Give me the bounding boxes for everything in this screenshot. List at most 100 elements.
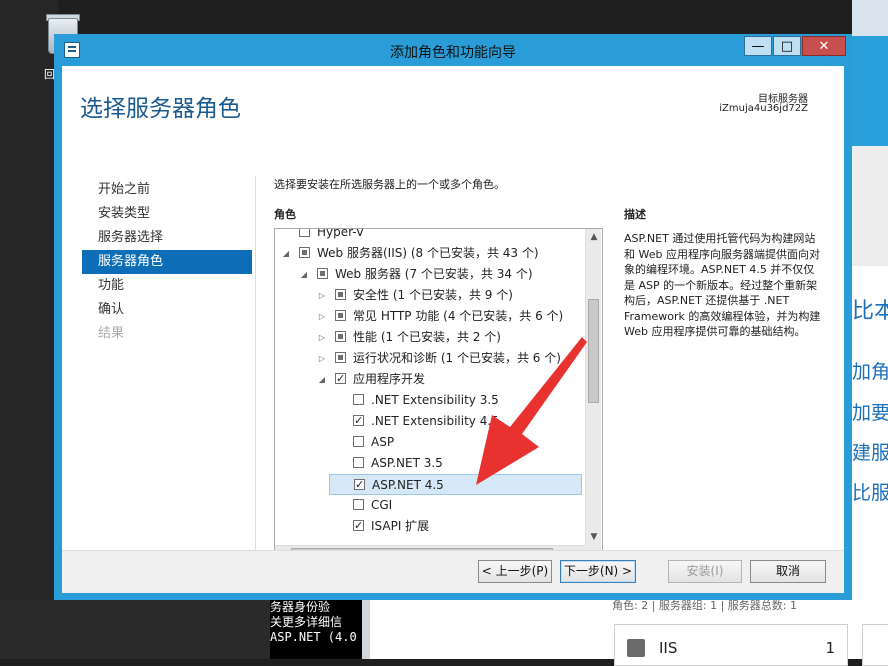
roles-tree-rows: Hyper-V ◢ Web 服务器(IIS) (8 个已安装，共 43 个) ◢ Web…	[275, 229, 585, 545]
vertical-scroll-thumb[interactable]	[588, 299, 599, 403]
nav-item-before-you-begin[interactable]: 开始之前	[82, 178, 252, 202]
tree-row[interactable]: ◢ 应用程序开发	[275, 369, 585, 390]
role-checkbox[interactable]	[335, 352, 346, 363]
role-label: 性能 (1 个已安装，共 2 个)	[353, 330, 501, 344]
wizard-client-area: 选择服务器角色 目标服务器 iZmuja4u36jd72Z 开始之前 安装类型 …	[62, 66, 844, 593]
vertical-scrollbar[interactable]: ▲ ▼	[585, 229, 601, 545]
tree-row[interactable]: .NET Extensibility 3.5	[275, 390, 585, 411]
expand-icon[interactable]: ▷	[317, 327, 327, 348]
tree-row[interactable]: ▷ 安全性 (1 个已安装，共 9 个)	[275, 285, 585, 306]
role-label: Web 服务器(IIS) (8 个已安装，共 43 个)	[317, 246, 539, 260]
tree-row[interactable]: CGI	[275, 495, 585, 516]
role-label: 运行状况和诊断 (1 个已安装，共 6 个)	[353, 351, 561, 365]
collapse-icon[interactable]: ◢	[281, 243, 291, 264]
collapse-icon[interactable]: ◢	[317, 369, 327, 390]
nav-item-results: 结果	[98, 326, 125, 341]
tree-row[interactable]: Hyper-V	[275, 229, 585, 243]
role-checkbox[interactable]	[353, 394, 364, 405]
role-label: CGI	[371, 498, 393, 512]
desktop-background-left	[0, 0, 58, 659]
tree-row-selected[interactable]: ASP.NET 4.5	[329, 474, 582, 495]
expand-icon[interactable]: ▷	[317, 306, 327, 327]
role-label: 常见 HTTP 功能 (4 个已安装，共 6 个)	[353, 309, 564, 323]
close-button[interactable]: ✕	[802, 36, 846, 56]
background-text-fragment: 比服务	[852, 482, 888, 504]
role-checkbox[interactable]	[353, 499, 364, 510]
console-line: ASP.NET (4.0	[270, 630, 357, 644]
description-text: ASP.NET 通过使用托管代码为构建网站和 Web 应用程序向服务器端提供面向…	[624, 232, 821, 338]
role-checkbox[interactable]	[335, 289, 346, 300]
role-checkbox[interactable]	[353, 516, 364, 536]
server-manager-background	[852, 0, 888, 659]
role-label: 安全性 (1 个已安装，共 9 个)	[353, 288, 513, 302]
background-text-fragment: 加角色	[852, 361, 888, 383]
maximize-button[interactable]: □	[773, 36, 801, 56]
role-label: 应用程序开发	[353, 372, 426, 386]
description-header: 描述	[624, 208, 646, 221]
console-border	[362, 600, 370, 659]
next-tile	[862, 624, 888, 666]
role-label: ISAPI 扩展	[371, 519, 430, 533]
role-checkbox[interactable]	[335, 310, 346, 321]
nav-item-features[interactable]: 功能	[82, 274, 252, 298]
role-label: ASP	[371, 435, 395, 449]
scroll-down-icon[interactable]: ▼	[586, 529, 602, 545]
role-checkbox[interactable]	[353, 411, 364, 431]
tree-row[interactable]: ◢ Web 服务器(IIS) (8 个已安装，共 43 个)	[275, 243, 585, 264]
roles-header: 角色	[274, 208, 296, 221]
expand-icon[interactable]: ▷	[317, 285, 327, 306]
role-checkbox[interactable]	[299, 247, 310, 258]
nav-item-installation-type[interactable]: 安装类型	[82, 202, 252, 226]
iis-tile[interactable]: IIS 1	[614, 624, 848, 666]
role-checkbox[interactable]	[317, 268, 328, 279]
console-window: 务器身份验 关更多详细信 ASP.NET (4.0	[270, 600, 362, 659]
tree-row[interactable]: ASP.NET 3.5	[275, 453, 585, 474]
cancel-button[interactable]: 取消	[750, 560, 826, 583]
role-checkbox[interactable]	[299, 229, 310, 237]
previous-button[interactable]: < 上一步(P)	[478, 560, 552, 583]
role-label: Web 服务器 (7 个已安装，共 34 个)	[335, 267, 533, 281]
role-checkbox[interactable]	[335, 331, 346, 342]
role-checkbox[interactable]	[335, 369, 346, 389]
role-checkbox[interactable]	[353, 436, 364, 447]
add-roles-wizard-window: 添加角色和功能向导 — □ ✕ 选择服务器角色 目标服务器 iZmuja4u36…	[54, 34, 852, 600]
role-label: ASP.NET 4.5	[372, 478, 444, 492]
wizard-nav: 开始之前 安装类型 服务器选择 服务器角色 功能 确认 结果	[82, 178, 252, 346]
nav-divider	[255, 176, 256, 578]
background-text-fragment: 比本	[852, 299, 888, 324]
iis-icon	[627, 639, 645, 657]
role-label: Hyper-V	[317, 229, 365, 239]
tree-row[interactable]: ◢ Web 服务器 (7 个已安装，共 34 个)	[275, 264, 585, 285]
nav-item-server-roles[interactable]: 服务器角色	[82, 250, 252, 274]
minimize-button[interactable]: —	[744, 36, 772, 56]
destination-server-name: iZmuja4u36jd72Z	[719, 103, 808, 114]
tree-row[interactable]: .NET Extensibility 4.5	[275, 411, 585, 432]
iis-tile-count: 1	[825, 639, 835, 657]
role-label: ASP.NET 3.5	[371, 456, 443, 470]
role-label: .NET Extensibility 4.5	[371, 414, 499, 428]
page-title: 选择服务器角色	[80, 96, 241, 122]
background-text-fragment: 建服务	[852, 442, 888, 464]
tree-row[interactable]: ASP	[275, 432, 585, 453]
nav-item-confirmation[interactable]: 确认	[82, 298, 252, 322]
expand-icon[interactable]: ▷	[317, 348, 327, 369]
roles-tree[interactable]: Hyper-V ◢ Web 服务器(IIS) (8 个已安装，共 43 个) ◢ Web…	[274, 228, 603, 562]
role-label: .NET Extensibility 3.5	[371, 393, 499, 407]
background-text-fragment: 加要管	[852, 402, 888, 424]
nav-item-server-selection[interactable]: 服务器选择	[82, 226, 252, 250]
role-checkbox[interactable]	[353, 457, 364, 468]
install-button: 安装(I)	[668, 560, 742, 583]
tree-row[interactable]: ▷ 常见 HTTP 功能 (4 个已安装，共 6 个)	[275, 306, 585, 327]
tree-row[interactable]: ▷ 性能 (1 个已安装，共 2 个)	[275, 327, 585, 348]
instruction-text: 选择要安装在所选服务器上的一个或多个角色。	[274, 178, 505, 191]
scroll-up-icon[interactable]: ▲	[586, 229, 602, 245]
iis-tile-name: IIS	[659, 639, 678, 657]
next-button[interactable]: 下一步(N) >	[560, 560, 636, 583]
tree-row[interactable]: ▷ 运行状况和诊断 (1 个已安装，共 6 个)	[275, 348, 585, 369]
collapse-icon[interactable]: ◢	[299, 264, 309, 285]
tree-row[interactable]: ISAPI 扩展	[275, 516, 585, 537]
role-checkbox[interactable]	[354, 475, 365, 495]
window-title: 添加角色和功能向导	[390, 45, 516, 61]
console-line: 关更多详细信	[270, 615, 343, 629]
console-line: 务器身份验	[270, 600, 331, 614]
